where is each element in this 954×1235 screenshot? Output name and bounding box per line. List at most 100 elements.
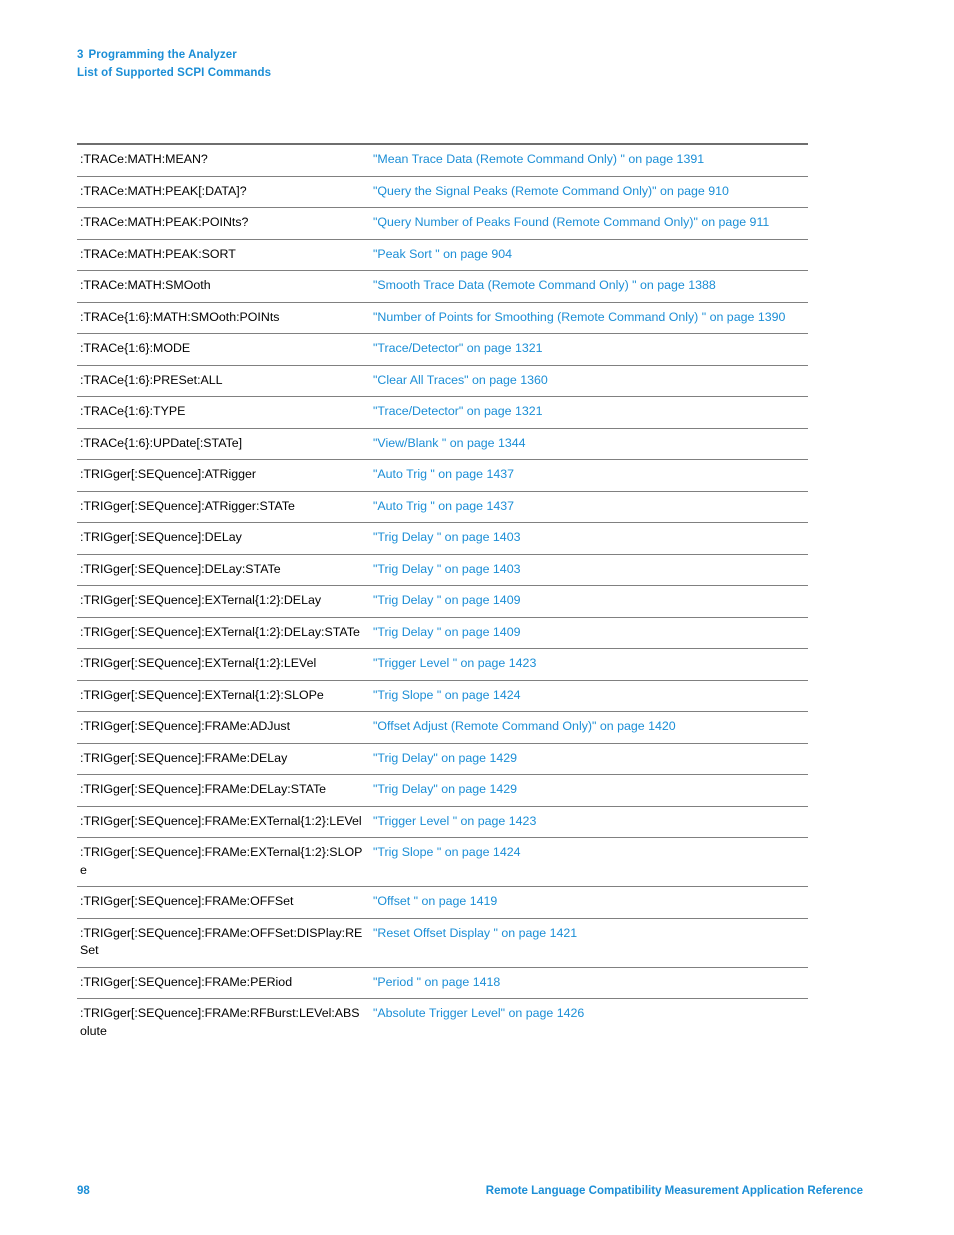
reference-link[interactable]: "Trig Delay" on page 1429 — [373, 751, 517, 765]
scpi-command-cell: :TRIGger[:SEQuence]:FRAMe:PERiod — [80, 974, 293, 989]
scpi-command-cell: :TRIGger[:SEQuence]:FRAMe:RFBurst:LEVel:… — [80, 1006, 360, 1038]
header-chapter-title: Programming the Analyzer — [88, 49, 237, 61]
reference-link[interactable]: "Smooth Trace Data (Remote Command Only)… — [373, 278, 716, 292]
table-row: :TRIGger[:SEQuence]:FRAMe:EXTernal{1:2}:… — [77, 806, 808, 838]
reference-link-cell[interactable]: "Trig Delay " on page 1409 — [372, 586, 808, 618]
reference-link-cell[interactable]: "Auto Trig " on page 1437 — [372, 460, 808, 492]
table-row: :TRIGger[:SEQuence]:FRAMe:RFBurst:LEVel:… — [77, 999, 808, 1048]
reference-link-cell[interactable]: "Trig Delay " on page 1409 — [372, 617, 808, 649]
scpi-command-cell: :TRACe:MATH:PEAK[:DATA]? — [80, 183, 247, 198]
reference-link[interactable]: "Absolute Trigger Level" on page 1426 — [373, 1006, 584, 1020]
header-chapter-line: 3 Programming the Analyzer — [77, 46, 271, 64]
reference-link-cell[interactable]: "Trig Delay " on page 1403 — [372, 523, 808, 555]
table-row: :TRACe{1:6}:UPDate[:STATe] "View/Blank " … — [77, 428, 808, 460]
table-row: :TRIGger[:SEQuence]:FRAMe:DELay:STATe "Tr… — [77, 775, 808, 807]
scpi-command-cell: :TRIGger[:SEQuence]:FRAMe:EXTernal{1:2}:… — [80, 813, 362, 828]
reference-link[interactable]: "Offset " on page 1419 — [373, 894, 497, 908]
scpi-command-cell: :TRIGger[:SEQuence]:FRAMe:OFFSet — [80, 894, 294, 908]
table-row: :TRIGger[:SEQuence]:DELay:STATe "Trig Del… — [77, 554, 808, 586]
reference-link-cell[interactable]: "Offset " on page 1419 — [372, 887, 808, 919]
running-header: 3 Programming the Analyzer List of Suppor… — [77, 46, 271, 82]
table-row: :TRACe:MATH:SMOoth "Smooth Trace Data (Re… — [77, 271, 808, 303]
scpi-command-cell: :TRIGger[:SEQuence]:FRAMe:DELay:STATe — [80, 782, 327, 796]
reference-link-cell[interactable]: "Period " on page 1418 — [372, 967, 808, 999]
scpi-command-cell: :TRIGger[:SEQuence]:ATRigger:STATe — [80, 498, 295, 513]
table-row: :TRIGger[:SEQuence]:ATRigger:STATe "Auto … — [77, 491, 808, 523]
scpi-command-cell: :TRIGger[:SEQuence]:ATRigger — [80, 467, 257, 481]
reference-link[interactable]: "Mean Trace Data (Remote Command Only) "… — [373, 152, 704, 166]
table-row: :TRIGger[:SEQuence]:FRAMe:DELay "Trig Del… — [77, 743, 808, 775]
table-row: :TRACe{1:6}:TYPE "Trace/Detector" on page… — [77, 397, 808, 429]
reference-link[interactable]: "Offset Adjust (Remote Command Only)" on… — [373, 719, 676, 733]
reference-link-cell[interactable]: "Clear All Traces" on page 1360 — [372, 365, 808, 397]
footer-page-number: 98 — [77, 1185, 90, 1197]
document-page: 3 Programming the Analyzer List of Suppor… — [0, 0, 954, 1235]
table-row: :TRACe{1:6}:PRESet:ALL "Clear All Traces"… — [77, 365, 808, 397]
scpi-command-table: :TRACe:MATH:MEAN? "Mean Trace Data (Remot… — [77, 145, 808, 1047]
reference-link[interactable]: "Period " on page 1418 — [373, 975, 500, 989]
reference-link-cell[interactable]: "Trace/Detector" on page 1321 — [372, 334, 808, 366]
reference-link[interactable]: "Trigger Level " on page 1423 — [373, 656, 536, 670]
reference-link[interactable]: "Query the Signal Peaks (Remote Command … — [373, 184, 729, 198]
scpi-command-cell: :TRACe{1:6}:UPDate[:STATe] — [80, 435, 243, 450]
reference-link[interactable]: "Auto Trig " on page 1437 — [373, 499, 514, 513]
scpi-command-cell: :TRACe{1:6}:PRESet:ALL — [80, 372, 223, 387]
reference-link-cell[interactable]: "Smooth Trace Data (Remote Command Only)… — [372, 271, 808, 303]
reference-link[interactable]: "Trig Delay " on page 1403 — [373, 530, 520, 544]
reference-link-cell[interactable]: "Peak Sort " on page 904 — [372, 239, 808, 271]
table-row: :TRIGger[:SEQuence]:EXTernal{1:2}:SLOPe "… — [77, 680, 808, 712]
reference-link[interactable]: "Reset Offset Display " on page 1421 — [373, 926, 577, 940]
reference-link-cell[interactable]: "Reset Offset Display " on page 1421 — [372, 918, 808, 967]
reference-link-cell[interactable]: "Trace/Detector" on page 1321 — [372, 397, 808, 429]
table-row: :TRACe:MATH:PEAK[:DATA]? "Query the Signa… — [77, 176, 808, 208]
scpi-command-cell: :TRIGger[:SEQuence]:FRAMe:OFFSet:DISPlay… — [80, 925, 363, 958]
reference-link[interactable]: "Number of Points for Smoothing (Remote … — [373, 310, 785, 324]
reference-link-cell[interactable]: "Mean Trace Data (Remote Command Only) "… — [372, 145, 808, 176]
reference-link-cell[interactable]: "Auto Trig " on page 1437 — [372, 491, 808, 523]
table-row: :TRACe{1:6}:MATH:SMOoth:POINts "Number of… — [77, 302, 808, 334]
reference-link[interactable]: "Trigger Level " on page 1423 — [373, 814, 536, 828]
reference-link[interactable]: "Trig Delay " on page 1409 — [373, 625, 520, 639]
reference-link-cell[interactable]: "Trig Slope " on page 1424 — [372, 680, 808, 712]
scpi-command-cell: :TRIGger[:SEQuence]:FRAMe:DELay — [80, 750, 288, 765]
reference-link-cell[interactable]: "View/Blank " on page 1344 — [372, 428, 808, 460]
reference-link-cell[interactable]: "Offset Adjust (Remote Command Only)" on… — [372, 712, 808, 744]
scpi-command-cell: :TRIGger[:SEQuence]:DELay — [80, 530, 242, 544]
scpi-command-cell: :TRACe:MATH:MEAN? — [80, 152, 208, 166]
reference-link-cell[interactable]: "Number of Points for Smoothing (Remote … — [372, 302, 808, 334]
reference-link-cell[interactable]: "Trig Delay" on page 1429 — [372, 775, 808, 807]
reference-link[interactable]: "View/Blank " on page 1344 — [373, 436, 526, 450]
reference-link[interactable]: "Trig Slope " on page 1424 — [373, 845, 521, 859]
scpi-command-cell: :TRIGger[:SEQuence]:FRAMe:ADJust — [80, 719, 291, 733]
table-row: :TRIGger[:SEQuence]:EXTernal{1:2}:DELay:… — [77, 617, 808, 649]
scpi-command-cell: :TRACe{1:6}:TYPE — [80, 404, 186, 418]
reference-link-cell[interactable]: "Query the Signal Peaks (Remote Command … — [372, 176, 808, 208]
scpi-command-cell: :TRIGger[:SEQuence]:EXTernal{1:2}:DELay:… — [80, 624, 360, 639]
reference-link[interactable]: "Trig Slope " on page 1424 — [373, 688, 521, 702]
reference-link-cell[interactable]: "Trigger Level " on page 1423 — [372, 649, 808, 681]
table-row: :TRIGger[:SEQuence]:EXTernal{1:2}:LEVel "… — [77, 649, 808, 681]
reference-link[interactable]: "Trig Delay " on page 1403 — [373, 562, 520, 576]
reference-link[interactable]: "Trig Delay " on page 1409 — [373, 593, 520, 607]
reference-link-cell[interactable]: "Absolute Trigger Level" on page 1426 — [372, 999, 808, 1048]
header-chapter-number: 3 — [77, 49, 84, 61]
table-row: :TRIGger[:SEQuence]:EXTernal{1:2}:DELay "… — [77, 586, 808, 618]
reference-link-cell[interactable]: "Query Number of Peaks Found (Remote Com… — [372, 208, 808, 240]
table-row: :TRACe:MATH:MEAN? "Mean Trace Data (Remot… — [77, 145, 808, 176]
table-row: :TRIGger[:SEQuence]:FRAMe:ADJust "Offset … — [77, 712, 808, 744]
reference-link[interactable]: "Trig Delay" on page 1429 — [373, 782, 517, 796]
table-row: :TRIGger[:SEQuence]:FRAMe:EXTernal{1:2}:… — [77, 838, 808, 887]
scpi-command-cell: :TRACe:MATH:PEAK:SORT — [80, 246, 236, 261]
reference-link[interactable]: "Auto Trig " on page 1437 — [373, 467, 514, 481]
reference-link-cell[interactable]: "Trigger Level " on page 1423 — [372, 806, 808, 838]
scpi-command-cell: :TRIGger[:SEQuence]:DELay:STATe — [80, 561, 281, 576]
reference-link[interactable]: "Peak Sort " on page 904 — [373, 247, 512, 261]
reference-link[interactable]: "Query Number of Peaks Found (Remote Com… — [373, 215, 769, 229]
reference-link-cell[interactable]: "Trig Delay" on page 1429 — [372, 743, 808, 775]
scpi-command-cell: :TRIGger[:SEQuence]:EXTernal{1:2}:LEVel — [80, 656, 317, 670]
reference-link[interactable]: "Trace/Detector" on page 1321 — [373, 404, 543, 418]
reference-link-cell[interactable]: "Trig Delay " on page 1403 — [372, 554, 808, 586]
reference-link[interactable]: "Clear All Traces" on page 1360 — [373, 373, 548, 387]
reference-link[interactable]: "Trace/Detector" on page 1321 — [373, 341, 543, 355]
reference-link-cell[interactable]: "Trig Slope " on page 1424 — [372, 838, 808, 887]
